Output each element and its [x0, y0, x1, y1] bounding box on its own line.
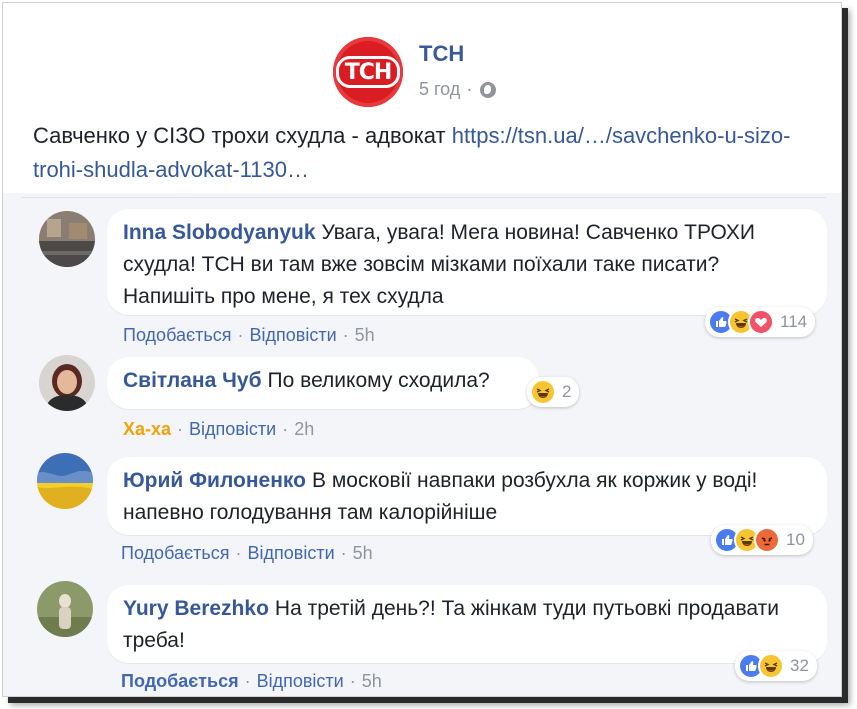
comment-bubble: Yury Berezhko На третій день?! Та жінкам … — [107, 585, 827, 663]
comment-actions: Подобається · Відповісти · 5h — [121, 543, 373, 564]
reactions-summary[interactable]: 2 — [527, 377, 580, 407]
angry-icon — [754, 527, 780, 553]
action-separator: · — [235, 543, 242, 563]
action-separator: · — [244, 671, 251, 691]
comment-time[interactable]: 5h — [355, 325, 375, 346]
reply-link[interactable]: Відповісти — [257, 671, 344, 692]
reaction-count: 114 — [780, 312, 808, 331]
avatar-yury-berezhko[interactable] — [37, 581, 93, 637]
globe-icon — [480, 81, 497, 98]
reply-link[interactable]: Відповісти — [189, 419, 276, 440]
action-separator: · — [342, 325, 349, 345]
comment-bubble: Світлана Чуб По великому сходила? — [107, 357, 539, 409]
haha-reaction-link[interactable]: Ха-ха — [123, 419, 171, 440]
action-separator: · — [340, 543, 347, 563]
like-link[interactable]: Подобається — [121, 671, 239, 692]
action-separator: · — [349, 671, 356, 691]
action-separator: · — [282, 419, 289, 439]
action-separator: · — [177, 419, 184, 439]
reply-link[interactable]: Відповісти — [248, 543, 335, 564]
comment-time[interactable]: 5h — [353, 543, 373, 564]
comment-author[interactable]: Inna Slobodyanyuk — [123, 221, 316, 244]
avatar-svitlana-chub[interactable] — [39, 355, 95, 411]
reaction-count: 10 — [786, 530, 805, 549]
reaction-count: 32 — [790, 656, 809, 675]
facebook-post-card: ТСН ТСН 5 год · Савченко у СІЗО трохи сх… — [2, 2, 842, 697]
comment-actions: Ха-ха · Відповісти · 2h — [123, 419, 314, 440]
comment-bubble: Юрий Филоненко В московії навпаки розбухл… — [107, 457, 827, 535]
love-icon — [748, 309, 774, 335]
tsn-logo[interactable]: ТСН — [333, 37, 403, 107]
avatar-yuriy-filonenko[interactable] — [37, 453, 93, 509]
post-meta: 5 год · — [419, 79, 497, 100]
comment-author[interactable]: Юрий Филоненко — [123, 469, 306, 492]
post-text: Савченко у СІЗО трохи схудла - адвокат h… — [33, 119, 833, 187]
meta-separator: · — [466, 79, 473, 99]
reactions-summary[interactable]: 114 — [705, 307, 816, 337]
haha-icon — [530, 379, 556, 405]
comment-time[interactable]: 5h — [362, 671, 382, 692]
comment-bubble: Inna Slobodyanyuk Увага, увага! Мега нови… — [107, 209, 827, 315]
avatar-inna-slobodyanyuk[interactable] — [39, 211, 95, 267]
post-header-area: ТСН ТСН 5 год · Савченко у СІЗО трохи сх… — [3, 3, 841, 193]
reply-link[interactable]: Відповісти — [250, 325, 337, 346]
divider — [21, 197, 826, 198]
comment-author[interactable]: Світлана Чуб — [123, 369, 262, 392]
reactions-summary[interactable]: 10 — [711, 525, 813, 555]
comment-actions: Подобається · Відповісти · 5h — [121, 671, 382, 692]
comment-author[interactable]: Yury Berezhko — [123, 597, 269, 620]
like-link[interactable]: Подобається — [123, 325, 232, 346]
haha-icon — [758, 653, 784, 679]
comment-text: По великому сходила? — [267, 369, 490, 392]
like-link[interactable]: Подобається — [121, 543, 230, 564]
reactions-summary[interactable]: 32 — [735, 651, 817, 681]
post-body-text: Савченко у СІЗО трохи схудла - адвокат — [33, 123, 452, 148]
action-separator: · — [237, 325, 244, 345]
comment-time[interactable]: 2h — [294, 419, 314, 440]
reaction-count: 2 — [562, 382, 572, 401]
page-name-link[interactable]: ТСН — [419, 41, 464, 67]
tsn-logo-text: ТСН — [336, 56, 400, 88]
post-time[interactable]: 5 год — [419, 79, 460, 100]
comment-actions: Подобається · Відповісти · 5h — [123, 325, 375, 346]
